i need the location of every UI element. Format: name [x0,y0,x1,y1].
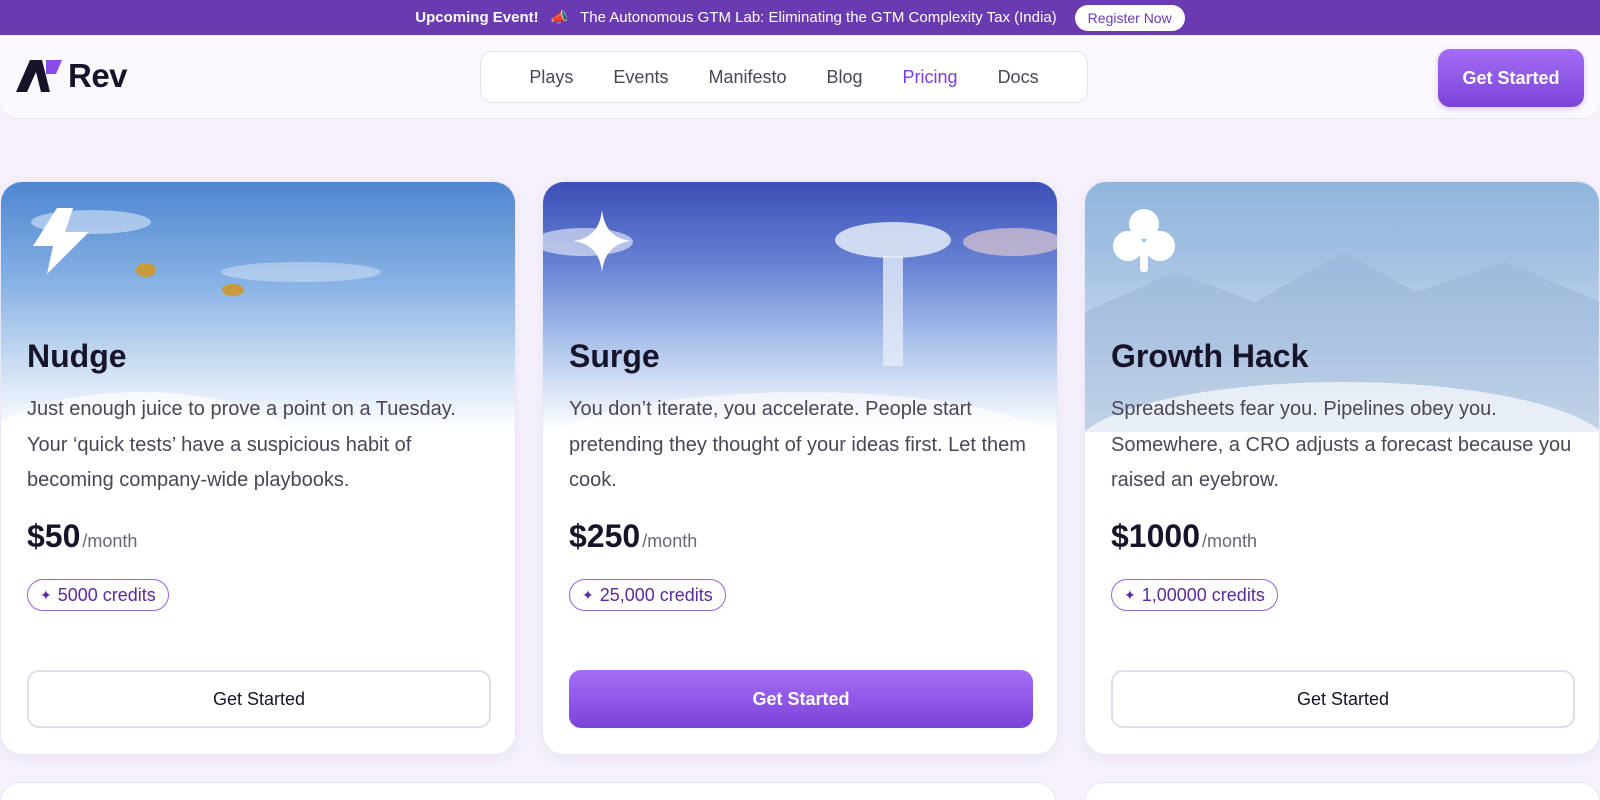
nav-events[interactable]: Events [613,67,668,88]
site-header: Rev Plays Events Manifesto Blog Pricing … [0,35,1600,119]
plan-name: Nudge [27,338,127,374]
plan-card-nudge: Nudge Just enough juice to prove a point… [0,181,516,755]
plan-name: Surge [569,338,660,374]
register-now-button[interactable]: Register Now [1074,4,1185,31]
nav-docs[interactable]: Docs [998,67,1039,88]
price-amount: $50 [27,518,81,554]
next-card-row-left [0,782,1056,800]
sparkle-icon [573,210,631,272]
sparkle-icon: ✦ [1124,586,1136,603]
nav-pricing[interactable]: Pricing [903,67,958,88]
plan-price: $50 /month [27,518,137,555]
plan-description: You don’t iterate, you accelerate. Peopl… [569,398,1026,491]
club-icon [1113,209,1175,272]
plan-card-growth-hack: Growth Hack Spreadsheets fear you. Pipel… [1084,181,1600,755]
nav-plays[interactable]: Plays [529,67,573,88]
plan-name: Growth Hack [1111,338,1309,374]
credits-badge: ✦ 1,00000 credits [1111,579,1278,611]
megaphone-icon: 📣 [550,9,569,25]
logo[interactable]: Rev [16,57,128,94]
plan-description: Spreadsheets fear you. Pipelines obey yo… [1111,398,1572,491]
main-nav: Plays Events Manifesto Blog Pricing Docs [480,51,1088,103]
price-period: /month [642,531,698,551]
credits-label: 1,00000 credits [1141,584,1265,605]
nudge-get-started-button[interactable]: Get Started [27,670,491,728]
growth-hack-get-started-button[interactable]: Get Started [1111,670,1575,728]
announcement-bar: Upcoming Event! 📣 The Autonomous GTM Lab… [0,0,1600,35]
rev-logo-icon [16,60,62,92]
price-amount: $250 [569,518,641,554]
lightning-icon [33,208,89,274]
nav-manifesto[interactable]: Manifesto [708,67,786,88]
credits-label: 25,000 credits [599,584,713,605]
price-amount: $1000 [1111,518,1200,554]
sparkle-icon: ✦ [582,586,594,603]
next-card-row-right [1084,782,1600,800]
sparkle-icon: ✦ [40,586,52,603]
plan-price: $250 /month [569,518,697,555]
header-get-started-button[interactable]: Get Started [1438,49,1584,107]
price-period: /month [82,531,138,551]
credits-badge: ✦ 5000 credits [27,579,169,611]
price-period: /month [1201,531,1258,551]
announcement-text: The Autonomous GTM Lab: Eliminating the … [580,9,1057,26]
nav-blog[interactable]: Blog [827,67,863,88]
plan-description: Just enough juice to prove a point on a … [27,398,456,491]
announcement-lead: Upcoming Event! [415,9,539,26]
logo-text: Rev [68,57,128,94]
credits-badge: ✦ 25,000 credits [569,579,726,611]
plan-card-surge: Surge You don’t iterate, you accelerate.… [542,181,1058,755]
credits-label: 5000 credits [57,584,156,605]
plan-price: $1000 /month [1111,518,1257,555]
surge-get-started-button[interactable]: Get Started [569,670,1033,728]
